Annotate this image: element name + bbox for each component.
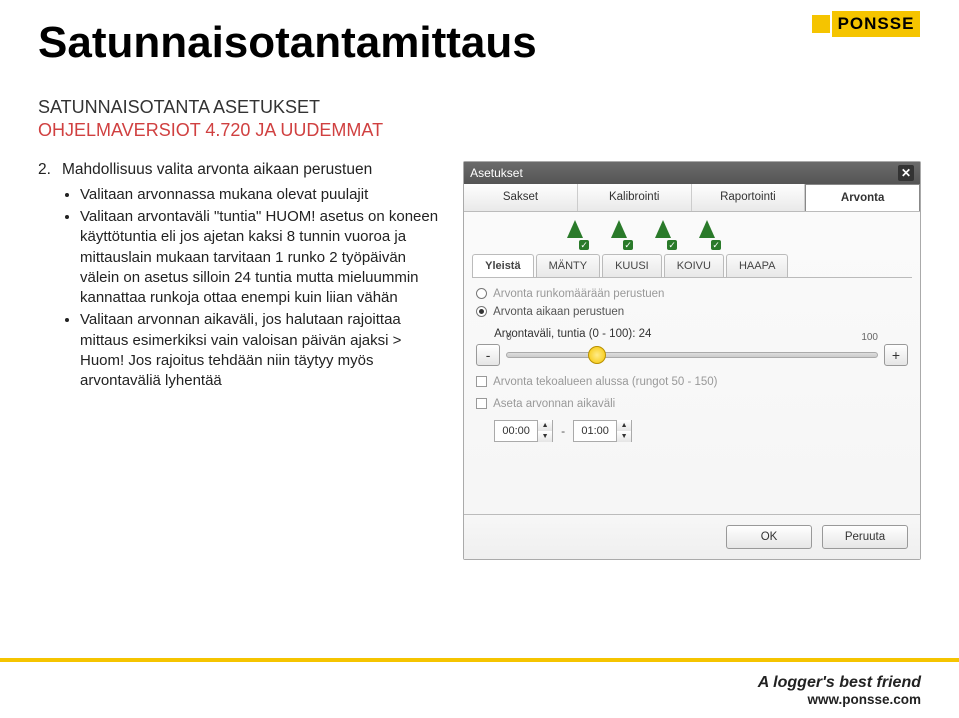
species-tab-manty[interactable]: MÄNTY (536, 254, 601, 277)
item-head: Mahdollisuus valita arvonta aikaan perus… (62, 161, 372, 179)
species-tabs: Yleistä MÄNTY KUUSI KOIVU HAAPA (472, 254, 912, 278)
tab-arvonta[interactable]: Arvonta (805, 184, 920, 211)
page-title: Satunnaisotantamittaus (38, 18, 921, 68)
tab-sakset[interactable]: Sakset (464, 184, 578, 211)
top-tabs: Sakset Kalibrointi Raportointi Arvonta (464, 184, 920, 212)
interval-slider: - 0 100 + (476, 344, 908, 366)
tree-icon[interactable]: ✓ (696, 220, 718, 248)
footer-site: www.ponsse.com (807, 692, 921, 707)
tree-icon[interactable]: ✓ (564, 220, 586, 248)
tab-kalibrointi[interactable]: Kalibrointi (578, 184, 692, 211)
panel-title: Asetukset (470, 166, 523, 180)
instructions-column: 2. Mahdollisuus valita arvonta aikaan pe… (38, 161, 447, 560)
panel-header: Asetukset ✕ (464, 162, 920, 184)
time-to-value: 01:00 (574, 425, 616, 437)
time-range-row: 00:00 ▲ ▼ - 01:00 ▲ ▼ (494, 420, 908, 442)
page-footer: A logger's best friend www.ponsse.com (0, 658, 959, 718)
time-from-value: 00:00 (495, 425, 537, 437)
cancel-button[interactable]: Peruuta (822, 525, 908, 549)
increment-button[interactable]: + (884, 344, 908, 366)
slider-track[interactable]: 0 100 (506, 344, 878, 366)
time-from-field[interactable]: 00:00 ▲ ▼ (494, 420, 553, 442)
footer-tagline: A logger's best friend (758, 674, 921, 692)
spinner-down-icon[interactable]: ▼ (538, 431, 552, 442)
radio-icon (476, 288, 487, 299)
tree-icon[interactable]: ✓ (608, 220, 630, 248)
brand-name: PONSSE (832, 11, 921, 37)
checkbox-icon (476, 398, 487, 409)
close-icon[interactable]: ✕ (898, 165, 914, 181)
radio-icon (476, 306, 487, 317)
spinner-down-icon[interactable]: ▼ (617, 431, 631, 442)
checkbox-icon (476, 376, 487, 387)
bullet-1: Valitaan arvonnassa mukana olevat puulaj… (80, 185, 447, 205)
spinner-up-icon[interactable]: ▲ (617, 420, 631, 431)
slider-thumb-icon[interactable] (588, 346, 606, 364)
brand-logo: PONSSE (805, 8, 927, 40)
subtitle-line-1: SATUNNAISOTANTA ASETUKSET (38, 96, 921, 119)
species-tab-kuusi[interactable]: KUUSI (602, 254, 662, 277)
item-number: 2. (38, 161, 54, 179)
tab-raportointi[interactable]: Raportointi (692, 184, 806, 211)
time-to-field[interactable]: 01:00 ▲ ▼ (573, 420, 632, 442)
species-tab-koivu[interactable]: KOIVU (664, 254, 724, 277)
radio-runkomaara[interactable]: Arvonta runkomäärään perustuen (476, 288, 908, 300)
panel-footer: OK Peruuta (464, 514, 920, 559)
bullet-3: Valitaan arvonnan aikaväli, jos halutaan… (80, 310, 447, 391)
slider-max-label: 100 (861, 332, 878, 343)
radio1-label: Arvonta runkomäärään perustuen (493, 288, 664, 300)
spinner-up-icon[interactable]: ▲ (538, 420, 552, 431)
species-icons-row: ✓ ✓ ✓ ✓ (472, 220, 912, 248)
range-dash: - (561, 424, 565, 438)
chk2-label: Aseta arvonnan aikaväli (493, 398, 615, 410)
checkbox-aikavali[interactable]: Aseta arvonnan aikaväli (476, 398, 908, 410)
radio-aika[interactable]: Arvonta aikaan perustuen (476, 306, 908, 318)
slider-min-label: 0 (506, 332, 512, 343)
page-subtitle: SATUNNAISOTANTA ASETUKSET OHJELMAVERSIOT… (38, 96, 921, 143)
checkbox-tekoalue[interactable]: Arvonta tekoalueen alussa (rungot 50 - 1… (476, 376, 908, 388)
tree-icon[interactable]: ✓ (652, 220, 674, 248)
interval-label: Arvontaväli, tuntia (0 - 100): 24 (494, 328, 908, 340)
species-tab-haapa[interactable]: HAAPA (726, 254, 788, 277)
chk1-label: Arvonta tekoalueen alussa (rungot 50 - 1… (493, 376, 717, 388)
settings-panel: Asetukset ✕ Sakset Kalibrointi Raportoin… (463, 161, 921, 560)
bullet-2: Valitaan arvontaväli "tuntia" HUOM! aset… (80, 207, 447, 308)
species-tab-yleista[interactable]: Yleistä (472, 254, 533, 277)
subtitle-line-2: OHJELMAVERSIOT 4.720 JA UUDEMMAT (38, 119, 921, 142)
radio2-label: Arvonta aikaan perustuen (493, 306, 624, 318)
ok-button[interactable]: OK (726, 525, 812, 549)
decrement-button[interactable]: - (476, 344, 500, 366)
